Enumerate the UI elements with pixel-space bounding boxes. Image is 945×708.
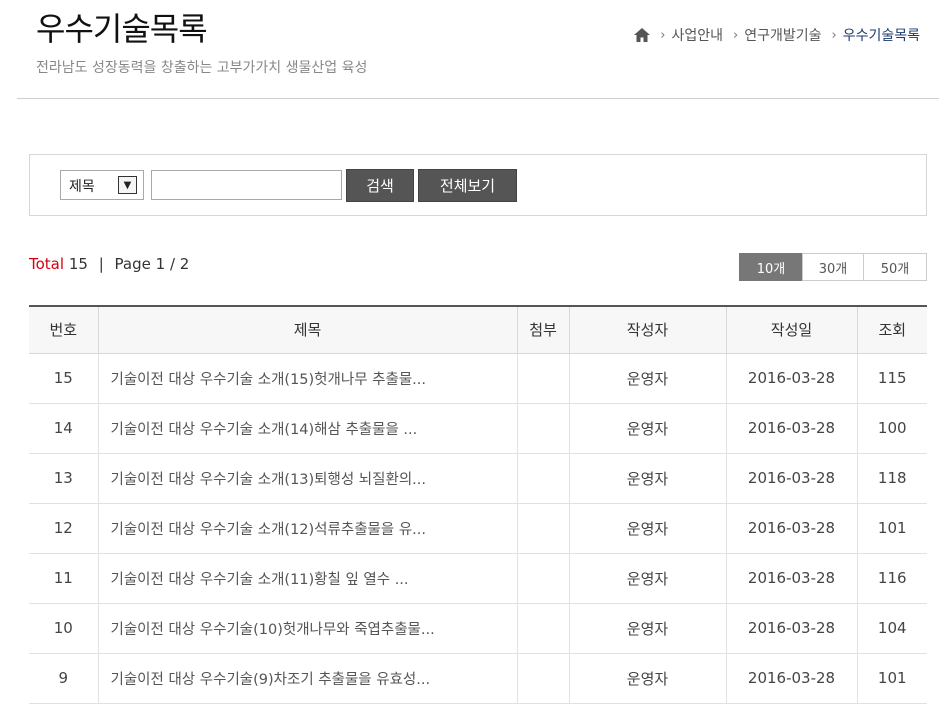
search-input[interactable] — [151, 170, 342, 200]
col-header-attach: 첨부 — [516, 305, 569, 354]
header-divider — [17, 98, 939, 99]
row-title-link[interactable]: 기술이전 대상 우수기술(9)차조기 추출물을 유효성... — [97, 653, 517, 704]
row-attach — [516, 553, 569, 604]
total-label: Total — [29, 255, 65, 273]
row-title-link[interactable]: 기술이전 대상 우수기술(10)헛개나무와 죽엽추출물... — [97, 603, 517, 654]
search-field-select[interactable]: 제목 ▼ — [60, 170, 144, 200]
row-number: 13 — [29, 453, 98, 504]
row-title-link[interactable]: 기술이전 대상 우수기술 소개(12)석류추출물을 유... — [97, 503, 517, 554]
breadcrumb-item-rnd[interactable]: 연구개발기술 — [744, 25, 821, 45]
row-title-link[interactable]: 기술이전 대상 우수기술 소개(11)황칠 잎 열수 ... — [97, 553, 517, 604]
row-title-link[interactable]: 기술이전 대상 우수기술 소개(15)헛개나무 추출물... — [97, 353, 517, 404]
row-attach — [516, 353, 569, 404]
row-views: 116 — [856, 553, 927, 604]
table-row: 13 기술이전 대상 우수기술 소개(13)퇴행성 뇌질환의... 운영자 20… — [29, 453, 927, 504]
col-header-date: 작성일 — [725, 305, 857, 354]
row-author: 운영자 — [568, 453, 726, 504]
table-row: 9 기술이전 대상 우수기술(9)차조기 추출물을 유효성... 운영자 201… — [29, 653, 927, 704]
row-date: 2016-03-28 — [725, 503, 857, 554]
search-button[interactable]: 검색 — [346, 169, 414, 202]
chevron-right-icon: › — [733, 27, 739, 43]
row-number: 15 — [29, 353, 98, 404]
chevron-down-icon[interactable]: ▼ — [118, 176, 137, 194]
list-summary: Total 15 | Page 1 / 2 — [29, 255, 189, 273]
row-author: 운영자 — [568, 353, 726, 404]
row-attach — [516, 603, 569, 654]
home-icon[interactable] — [634, 28, 651, 42]
row-author: 운영자 — [568, 403, 726, 454]
per-page-10[interactable]: 10개 — [739, 253, 803, 281]
row-author: 운영자 — [568, 653, 726, 704]
view-all-button[interactable]: 전체보기 — [418, 169, 517, 202]
row-attach — [516, 403, 569, 454]
row-date: 2016-03-28 — [725, 603, 857, 654]
breadcrumb: › 사업안내 › 연구개발기술 › 우수기술목록 — [634, 25, 920, 45]
table-row: 11 기술이전 대상 우수기술 소개(11)황칠 잎 열수 ... 운영자 20… — [29, 553, 927, 604]
row-author: 운영자 — [568, 603, 726, 654]
row-views: 101 — [856, 503, 927, 554]
row-number: 14 — [29, 403, 98, 454]
row-author: 운영자 — [568, 503, 726, 554]
row-title-link[interactable]: 기술이전 대상 우수기술 소개(14)해삼 추출물을 ... — [97, 403, 517, 454]
row-views: 101 — [856, 653, 927, 704]
row-title-link[interactable]: 기술이전 대상 우수기술 소개(13)퇴행성 뇌질환의... — [97, 453, 517, 504]
row-attach — [516, 453, 569, 504]
row-date: 2016-03-28 — [725, 653, 857, 704]
col-header-author: 작성자 — [568, 305, 726, 354]
table-header-row: 번호 제목 첨부 작성자 작성일 조회 — [29, 305, 927, 354]
page-indicator: Page 1 / 2 — [114, 255, 190, 273]
row-attach — [516, 653, 569, 704]
row-date: 2016-03-28 — [725, 553, 857, 604]
breadcrumb-item-current[interactable]: 우수기술목록 — [843, 25, 920, 45]
table-row: 10 기술이전 대상 우수기술(10)헛개나무와 죽엽추출물... 운영자 20… — [29, 603, 927, 654]
row-views: 115 — [856, 353, 927, 404]
row-date: 2016-03-28 — [725, 353, 857, 404]
col-header-title: 제목 — [97, 305, 517, 354]
page-subtitle: 전라남도 성장동력을 창출하는 고부가가치 생물산업 육성 — [36, 60, 368, 76]
per-page-50[interactable]: 50개 — [863, 253, 927, 281]
search-panel: 제목 ▼ 검색 전체보기 — [29, 154, 927, 216]
col-header-number: 번호 — [29, 305, 98, 354]
board-table: 번호 제목 첨부 작성자 작성일 조회 15 기술이전 대상 우수기술 소개(1… — [29, 305, 927, 704]
per-page-30[interactable]: 30개 — [802, 253, 864, 281]
total-count: 15 — [68, 255, 88, 273]
row-date: 2016-03-28 — [725, 453, 857, 504]
table-row: 12 기술이전 대상 우수기술 소개(12)석류추출물을 유... 운영자 20… — [29, 503, 927, 554]
per-page-selector: 10개 30개 50개 — [739, 253, 927, 281]
row-views: 118 — [856, 453, 927, 504]
row-attach — [516, 503, 569, 554]
summary-divider: | — [98, 255, 104, 273]
row-author: 운영자 — [568, 553, 726, 604]
row-views: 104 — [856, 603, 927, 654]
table-row: 15 기술이전 대상 우수기술 소개(15)헛개나무 추출물... 운영자 20… — [29, 353, 927, 404]
row-date: 2016-03-28 — [725, 403, 857, 454]
table-row: 14 기술이전 대상 우수기술 소개(14)해삼 추출물을 ... 운영자 20… — [29, 403, 927, 454]
col-header-views: 조회 — [856, 305, 927, 354]
search-field-value: 제목 — [69, 179, 95, 195]
chevron-right-icon: › — [660, 27, 666, 43]
page-title: 우수기술목록 — [36, 10, 208, 48]
row-number: 11 — [29, 553, 98, 604]
row-number: 10 — [29, 603, 98, 654]
chevron-right-icon: › — [831, 27, 837, 43]
row-number: 12 — [29, 503, 98, 554]
breadcrumb-item-business[interactable]: 사업안내 — [672, 25, 724, 45]
row-views: 100 — [856, 403, 927, 454]
row-number: 9 — [29, 653, 98, 704]
